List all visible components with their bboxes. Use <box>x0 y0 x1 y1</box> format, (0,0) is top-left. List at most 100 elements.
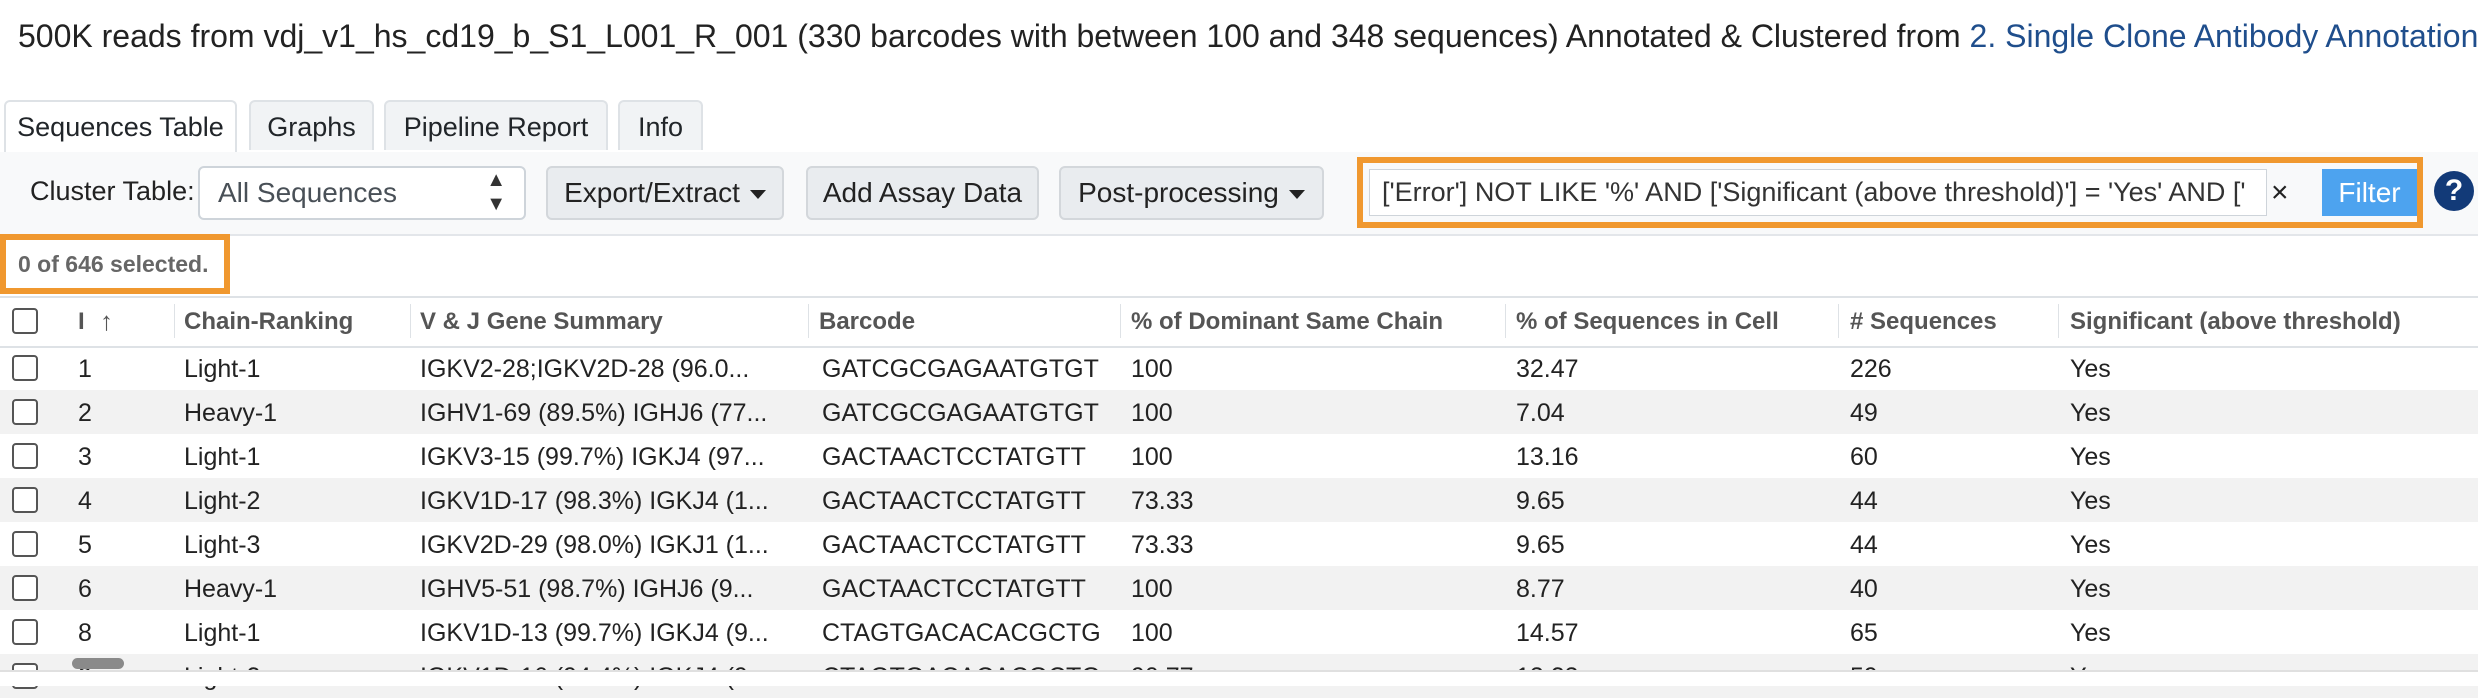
horizontal-scrollbar[interactable] <box>72 658 124 669</box>
row-index: 6 <box>78 575 92 603</box>
row-num-sequences: 65 <box>1850 619 1878 647</box>
row-dominant-same-chain: 100 <box>1131 355 1173 383</box>
column-divider[interactable] <box>410 304 411 338</box>
table-header: I ↑ Chain-Ranking V & J Gene Summary Bar… <box>0 296 2478 348</box>
row-barcode: GACTAACTCCTATGTT <box>822 575 1086 603</box>
row-sequences-in-cell: 13.16 <box>1516 443 1579 471</box>
row-dominant-same-chain: 100 <box>1131 619 1173 647</box>
row-index: 5 <box>78 531 92 559</box>
caret-down-icon <box>749 190 766 200</box>
column-header-significant[interactable]: Significant (above threshold) <box>2070 308 2401 336</box>
page-title: 500K reads from vdj_v1_hs_cd19_b_S1_L001… <box>18 18 2478 55</box>
row-vj-gene-summary: IGKV2D-29 (98.0%) IGKJ1 (1... <box>420 531 769 559</box>
column-header-dominant-same-chain[interactable]: % of Dominant Same Chain <box>1131 308 1443 336</box>
column-divider[interactable] <box>1838 304 1839 338</box>
row-dominant-same-chain: 73.33 <box>1131 531 1194 559</box>
row-vj-gene-summary: IGKV3-15 (99.7%) IGKJ4 (97... <box>420 443 765 471</box>
sort-ascending-icon[interactable]: ↑ <box>100 306 113 337</box>
page-title-text: 500K reads from vdj_v1_hs_cd19_b_S1_L001… <box>18 18 1961 54</box>
table-row[interactable]: 1 Light-1 IGKV2-28;IGKV2D-28 (96.0... GATCG… <box>0 346 2478 390</box>
filter-input[interactable]: ['Error'] NOT LIKE '%' AND ['Significant… <box>1369 169 2267 216</box>
table-row[interactable]: 3 Light-1 IGKV3-15 (99.7%) IGKJ4 (97... GAC… <box>0 434 2478 478</box>
export-extract-label: Export/Extract <box>564 177 740 208</box>
row-chain-ranking: Heavy-1 <box>184 575 278 603</box>
row-num-sequences: 44 <box>1850 487 1878 515</box>
column-header-barcode[interactable]: Barcode <box>819 308 915 336</box>
column-header-chain-ranking[interactable]: Chain-Ranking <box>184 308 353 336</box>
row-sequences-in-cell: 7.04 <box>1516 399 1565 427</box>
row-num-sequences: 44 <box>1850 531 1878 559</box>
column-divider[interactable] <box>1505 304 1506 338</box>
row-barcode: GATCGCGAGAATGTGT <box>822 355 1099 383</box>
table-row[interactable]: 5 Light-3 IGKV2D-29 (98.0%) IGKJ1 (1... GAC… <box>0 522 2478 566</box>
row-index: 4 <box>78 487 92 515</box>
row-checkbox[interactable] <box>12 575 38 601</box>
row-sequences-in-cell: 32.47 <box>1516 355 1579 383</box>
row-barcode: GACTAACTCCTATGTT <box>822 443 1086 471</box>
row-barcode: GATCGCGAGAATGTGT <box>822 399 1099 427</box>
cluster-table-select[interactable]: All Sequences ▲ ▼ <box>198 166 526 220</box>
tab-graphs[interactable]: Graphs <box>249 100 374 150</box>
row-chain-ranking: Heavy-1 <box>184 399 278 427</box>
column-divider[interactable] <box>174 304 175 338</box>
column-header-index[interactable]: I <box>78 308 85 336</box>
row-checkbox[interactable] <box>12 443 38 469</box>
row-sequences-in-cell: 8.77 <box>1516 575 1565 603</box>
help-icon[interactable]: ? <box>2434 171 2474 211</box>
row-sequences-in-cell: 9.65 <box>1516 487 1565 515</box>
row-significant: Yes <box>2070 619 2111 647</box>
row-chain-ranking: Light-1 <box>184 355 261 383</box>
table-row[interactable]: 2 Heavy-1 IGHV1-69 (89.5%) IGHJ6 (77... GAT… <box>0 390 2478 434</box>
row-num-sequences: 49 <box>1850 399 1878 427</box>
toolbar: Cluster Table: All Sequences ▲ ▼ Export/E… <box>0 152 2478 236</box>
row-vj-gene-summary: IGKV1D-17 (98.3%) IGKJ4 (1... <box>420 487 769 515</box>
row-dominant-same-chain: 73.33 <box>1131 487 1194 515</box>
select-all-checkbox[interactable] <box>12 308 38 334</box>
source-link[interactable]: 2. Single Clone Antibody Annotation <box>1970 18 2478 54</box>
row-significant: Yes <box>2070 443 2111 471</box>
row-checkbox[interactable] <box>12 487 38 513</box>
column-divider[interactable] <box>1120 304 1121 338</box>
row-significant: Yes <box>2070 399 2111 427</box>
filter-button[interactable]: Filter <box>2322 169 2417 216</box>
cluster-table-value: All Sequences <box>218 177 398 208</box>
column-divider[interactable] <box>808 304 809 338</box>
column-divider[interactable] <box>2058 304 2059 338</box>
row-vj-gene-summary: IGHV5-51 (98.7%) IGHJ6 (9... <box>420 575 754 603</box>
row-significant: Yes <box>2070 575 2111 603</box>
table-row[interactable]: 4 Light-2 IGKV1D-17 (98.3%) IGKJ4 (1... GAC… <box>0 478 2478 522</box>
add-assay-data-button[interactable]: Add Assay Data <box>806 166 1039 220</box>
clear-icon[interactable]: × <box>2271 169 2289 216</box>
tab-sequences-table[interactable]: Sequences Table <box>4 100 237 154</box>
tab-pipeline-report[interactable]: Pipeline Report <box>384 100 608 150</box>
row-checkbox[interactable] <box>12 399 38 425</box>
tab-bar: Sequences Table Graphs Pipeline Report I… <box>0 100 2478 154</box>
row-sequences-in-cell: 9.65 <box>1516 531 1565 559</box>
column-header-num-sequences[interactable]: # Sequences <box>1850 308 1997 336</box>
table-row[interactable]: 6 Heavy-1 IGHV5-51 (98.7%) IGHJ6 (9... GACT… <box>0 566 2478 610</box>
column-header-vj-gene-summary[interactable]: V & J Gene Summary <box>420 308 663 336</box>
row-dominant-same-chain: 100 <box>1131 443 1173 471</box>
row-dominant-same-chain: 100 <box>1131 575 1173 603</box>
row-index: 3 <box>78 443 92 471</box>
row-chain-ranking: Light-2 <box>184 487 261 515</box>
cluster-table-label: Cluster Table: <box>30 176 195 206</box>
row-checkbox[interactable] <box>12 355 38 381</box>
row-index: 1 <box>78 355 92 383</box>
row-checkbox[interactable] <box>12 619 38 645</box>
row-checkbox[interactable] <box>12 531 38 557</box>
post-processing-button[interactable]: Post-processing <box>1059 166 1324 220</box>
export-extract-button[interactable]: Export/Extract <box>546 166 784 220</box>
table-row[interactable]: 8 Light-1 IGKV1D-13 (99.7%) IGKJ4 (9... CTA… <box>0 610 2478 654</box>
post-processing-label: Post-processing <box>1078 177 1279 208</box>
row-num-sequences: 40 <box>1850 575 1878 603</box>
row-barcode: CTAGTGACACACGCTG <box>822 619 1101 647</box>
column-header-sequences-in-cell[interactable]: % of Sequences in Cell <box>1516 308 1779 336</box>
row-dominant-same-chain: 100 <box>1131 399 1173 427</box>
caret-down-icon <box>1288 190 1305 200</box>
row-index: 8 <box>78 619 92 647</box>
row-num-sequences: 60 <box>1850 443 1878 471</box>
tab-info[interactable]: Info <box>618 100 703 150</box>
row-index: 2 <box>78 399 92 427</box>
row-barcode: GACTAACTCCTATGTT <box>822 487 1086 515</box>
